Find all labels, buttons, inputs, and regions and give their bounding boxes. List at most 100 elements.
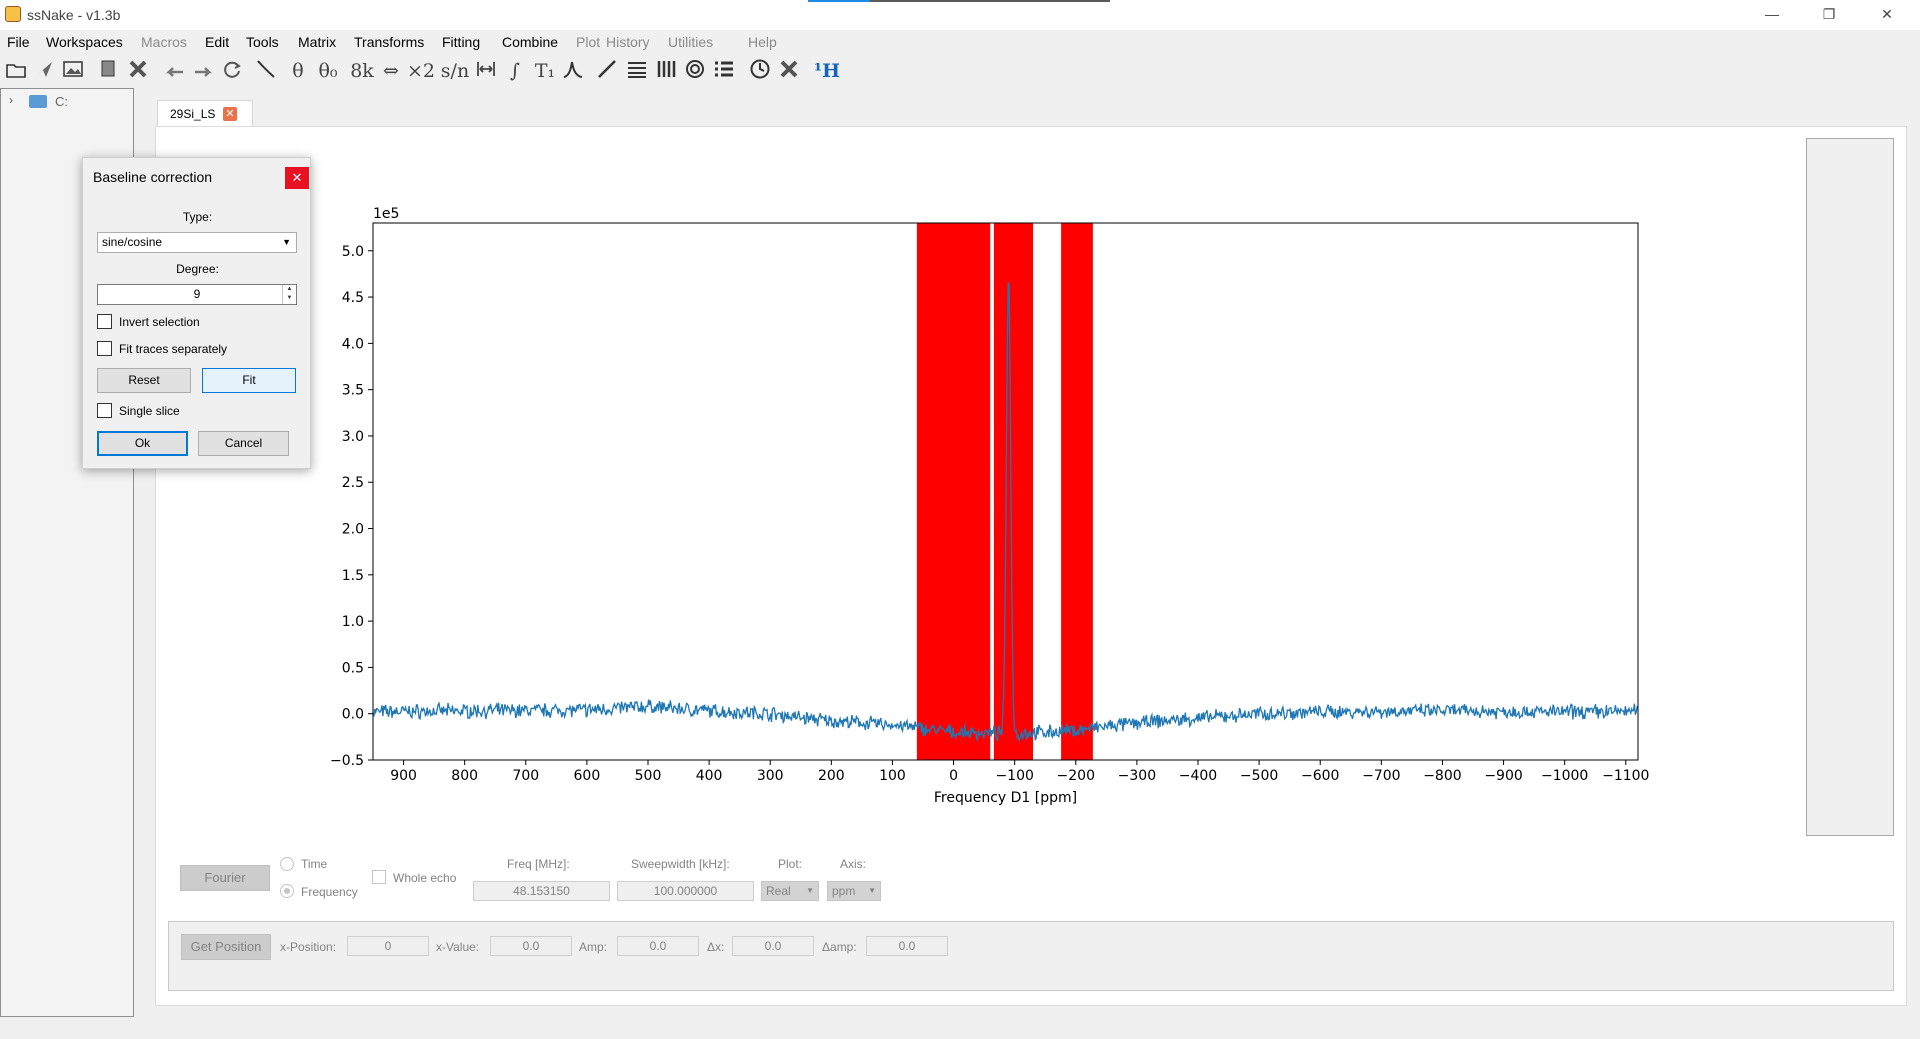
freq-input[interactable]: 48.153150	[473, 881, 610, 901]
x-position-input[interactable]: 0	[347, 936, 429, 956]
spin-down-icon[interactable]: ▼	[283, 294, 296, 303]
drive-icon	[29, 95, 47, 108]
cancel-button[interactable]: Cancel	[198, 431, 289, 456]
menu-file[interactable]: File	[7, 34, 30, 50]
fit-traces-checkbox[interactable]	[97, 341, 112, 356]
damp-input[interactable]: 0.0	[866, 936, 948, 956]
amp-input[interactable]: 0.0	[617, 936, 699, 956]
degree-value: 9	[193, 287, 201, 301]
theta0-icon[interactable]: θ₀	[313, 58, 343, 84]
x-tick-label: −400	[1179, 768, 1217, 784]
single-slice-label: Single slice	[119, 404, 180, 418]
app-icon	[5, 6, 21, 22]
x-tick-label: 400	[696, 768, 723, 784]
sweepwidth-input[interactable]: 100.000000	[617, 881, 754, 901]
menu-macros[interactable]: Macros	[141, 34, 187, 50]
export-icon[interactable]	[31, 58, 57, 84]
redo-icon[interactable]	[190, 58, 216, 84]
x-value-input[interactable]: 0.0	[490, 936, 572, 956]
menu-history[interactable]: History	[606, 34, 650, 50]
menu-edit[interactable]: Edit	[205, 34, 229, 50]
close-window-button[interactable]: ✕	[1858, 0, 1916, 30]
spectrum-plot[interactable]: 900 800 700 600 500 400 300 200 100 0 −100 −200 −300…	[156, 127, 1908, 847]
shift-icon[interactable]: ⇔	[378, 58, 404, 84]
restore-button[interactable]: ❐	[1800, 0, 1858, 30]
multiply-2-icon[interactable]: ×2	[407, 58, 435, 84]
menu-utilities[interactable]: Utilities	[668, 34, 713, 50]
open-folder-icon[interactable]	[3, 58, 29, 84]
dropdown-arrow-icon: ▼	[868, 886, 876, 895]
columns-icon[interactable]	[653, 58, 679, 84]
x-tick-label: 200	[818, 768, 845, 784]
expand-chevron-icon[interactable]: ›	[9, 93, 13, 107]
menu-tools[interactable]: Tools	[246, 34, 279, 50]
x-position-label: x-Position:	[280, 940, 337, 954]
axis-select[interactable]: ppm ▼	[827, 881, 881, 901]
y-tick-label: 0.0	[342, 707, 364, 723]
ok-button[interactable]: Ok	[97, 431, 188, 456]
x-tick-label: −200	[1057, 768, 1095, 784]
menu-workspaces[interactable]: Workspaces	[46, 34, 123, 50]
get-position-button[interactable]: Get Position	[181, 934, 271, 960]
tab-close-icon[interactable]: ✕	[223, 107, 237, 121]
t1-icon[interactable]: T₁	[530, 58, 560, 84]
line-icon[interactable]	[253, 58, 279, 84]
peak-icon[interactable]	[560, 58, 586, 84]
size-8k-icon[interactable]: 8k	[348, 58, 376, 84]
degree-spinbox[interactable]: 9 ▲ ▼	[97, 284, 297, 305]
reset-button[interactable]: Reset	[97, 368, 191, 393]
invert-selection-checkbox[interactable]	[97, 314, 112, 329]
sn-icon[interactable]: s/n	[440, 58, 470, 84]
undo-icon[interactable]	[162, 58, 188, 84]
x-tick-label: −1100	[1602, 768, 1649, 784]
x-tick-label: −700	[1362, 768, 1400, 784]
y-tick-label: 4.5	[342, 290, 364, 306]
image-icon[interactable]	[60, 58, 86, 84]
close-workspace-icon[interactable]	[125, 58, 151, 84]
plot-select-value: Real	[766, 884, 791, 898]
plot-select[interactable]: Real ▼	[761, 881, 819, 901]
spin-up-icon[interactable]: ▲	[283, 285, 296, 294]
menu-plot[interactable]: Plot	[576, 34, 600, 50]
menu-matrix[interactable]: Matrix	[298, 34, 336, 50]
menu-combine[interactable]: Combine	[502, 34, 558, 50]
dx-input[interactable]: 0.0	[732, 936, 814, 956]
diagonal-icon[interactable]	[594, 58, 620, 84]
integrate-icon[interactable]: ∫	[502, 58, 528, 84]
menu-transforms[interactable]: Transforms	[354, 34, 424, 50]
fourier-button[interactable]: Fourier	[180, 865, 270, 891]
reload-icon[interactable]	[219, 58, 245, 84]
list-icon[interactable]	[711, 58, 737, 84]
lines-icon[interactable]	[624, 58, 650, 84]
menu-help[interactable]: Help	[748, 34, 777, 50]
plot-label: Plot:	[778, 857, 803, 871]
x-value-label: x-Value:	[436, 940, 480, 954]
single-slice-checkbox[interactable]	[97, 403, 112, 418]
circle-icon[interactable]	[682, 58, 708, 84]
time-label: Time	[301, 857, 328, 871]
minimize-button[interactable]: —	[1743, 0, 1801, 30]
x-tick-label: −800	[1423, 768, 1461, 784]
nucleus-1h-icon[interactable]: ¹H	[812, 58, 842, 84]
drive-label[interactable]: C:	[55, 94, 68, 109]
side-panel	[1806, 138, 1894, 836]
clock-icon[interactable]	[747, 58, 773, 84]
whole-echo-checkbox[interactable]	[372, 870, 386, 884]
dialog-close-icon[interactable]: ✕	[285, 167, 309, 189]
type-select[interactable]: sine/cosine ▼	[97, 232, 297, 253]
freq-label: Freq [MHz]:	[507, 857, 570, 871]
theta-icon[interactable]: θ	[285, 58, 311, 84]
x-tick-label: −300	[1118, 768, 1156, 784]
fit-button[interactable]: Fit	[202, 368, 296, 393]
baseline-correction-dialog: Baseline correction ✕ Type: sine/cosine …	[82, 157, 311, 469]
title-accent	[808, 0, 1110, 2]
tab-29si-ls[interactable]: 29Si_LS ✕	[157, 100, 253, 127]
x-tick-label: 900	[390, 768, 417, 784]
time-radio[interactable]	[280, 857, 294, 871]
window-title: ssNake - v1.3b	[27, 7, 121, 23]
frequency-radio[interactable]	[280, 884, 294, 898]
menu-fitting[interactable]: Fitting	[442, 34, 480, 50]
cross-icon[interactable]	[776, 58, 802, 84]
copy-icon[interactable]	[96, 58, 122, 84]
fwhm-icon[interactable]	[473, 58, 499, 84]
